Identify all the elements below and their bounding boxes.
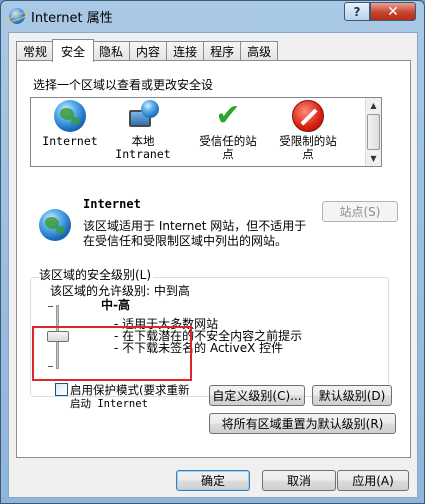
help-button[interactable]: ? (344, 2, 370, 21)
trusted-sites-check-icon: ✔ (215, 98, 241, 133)
zone-local-intranet[interactable]: 本地 Intranet (104, 100, 182, 161)
zone-label-line2: 点 (222, 147, 234, 161)
internet-explorer-icon (9, 8, 25, 24)
zone-list-scrollbar[interactable]: ▲ ▼ (365, 98, 381, 166)
default-level-button[interactable]: 默认级别(D) (312, 385, 392, 406)
dialog-client-area: 常规 安全 隐私 内容 连接 程序 高级 选择一个区域以查看或更改安全设 Int… (8, 32, 418, 498)
zone-label: Internet (42, 134, 98, 148)
selected-zone-globe-icon (39, 209, 71, 241)
local-intranet-icon (127, 100, 159, 132)
security-tab-panel: 选择一个区域以查看或更改安全设 Internet 本地 Intranet ✔ 受 (16, 60, 411, 458)
protected-mode-highlight-box (32, 326, 192, 381)
custom-level-button[interactable]: 自定义级别(C)... (209, 385, 305, 406)
tab-advanced[interactable]: 高级 (240, 41, 279, 61)
zone-list[interactable]: Internet 本地 Intranet ✔ 受信任的站 点 受限制的站 点 ▲… (30, 97, 382, 167)
reset-all-zones-button[interactable]: 将所有区域重置为默认级别(R) (209, 413, 396, 434)
security-level-name: 中-高 (101, 298, 130, 312)
tab-programs[interactable]: 程序 (203, 41, 242, 61)
selected-zone-name: Internet (83, 197, 141, 211)
zone-prompt-label: 选择一个区域以查看或更改安全设 (33, 78, 214, 92)
protected-mode-label-line2[interactable]: 启动 Internet (70, 396, 148, 411)
internet-globe-icon (54, 100, 86, 132)
zone-label-line2: 点 (302, 147, 314, 161)
zone-internet[interactable]: Internet (31, 100, 109, 148)
close-button[interactable]: ✕ (370, 2, 416, 21)
tab-connections[interactable]: 连接 (166, 41, 205, 61)
scroll-thumb[interactable] (367, 114, 380, 150)
protected-mode-checkbox[interactable] (55, 383, 68, 396)
tab-security[interactable]: 安全 (52, 39, 95, 62)
internet-options-window: Internet 属性 ? ✕ 常规 安全 隐私 内容 连接 程序 高级 选择一… (0, 0, 425, 504)
security-level-group-label: 该区域的安全级别(L) (39, 266, 154, 283)
zone-trusted-sites[interactable]: ✔ 受信任的站 点 (189, 100, 267, 161)
zone-restricted-sites[interactable]: 受限制的站 点 (269, 100, 347, 161)
window-title: Internet 属性 (31, 10, 113, 26)
apply-button[interactable]: 应用(A) (337, 470, 409, 491)
scroll-up-arrow-icon[interactable]: ▲ (366, 98, 381, 113)
cancel-button[interactable]: 取消 (262, 470, 336, 491)
tab-content[interactable]: 内容 (129, 41, 168, 61)
ok-button[interactable]: 确定 (176, 470, 250, 491)
sites-button[interactable]: 站点(S) (322, 201, 398, 222)
restricted-sites-no-entry-icon (292, 100, 324, 132)
scroll-down-arrow-icon[interactable]: ▼ (366, 151, 381, 166)
zone-label-line2: Intranet (115, 147, 171, 161)
tab-strip: 常规 安全 隐私 内容 连接 程序 高级 (16, 39, 279, 62)
tab-privacy[interactable]: 隐私 (92, 41, 131, 61)
selected-zone-desc-line2: 在受信任和受限制区域中列出的网站。 (83, 234, 288, 248)
title-bar[interactable]: Internet 属性 ? ✕ (1, 1, 424, 31)
tab-general[interactable]: 常规 (16, 41, 55, 61)
